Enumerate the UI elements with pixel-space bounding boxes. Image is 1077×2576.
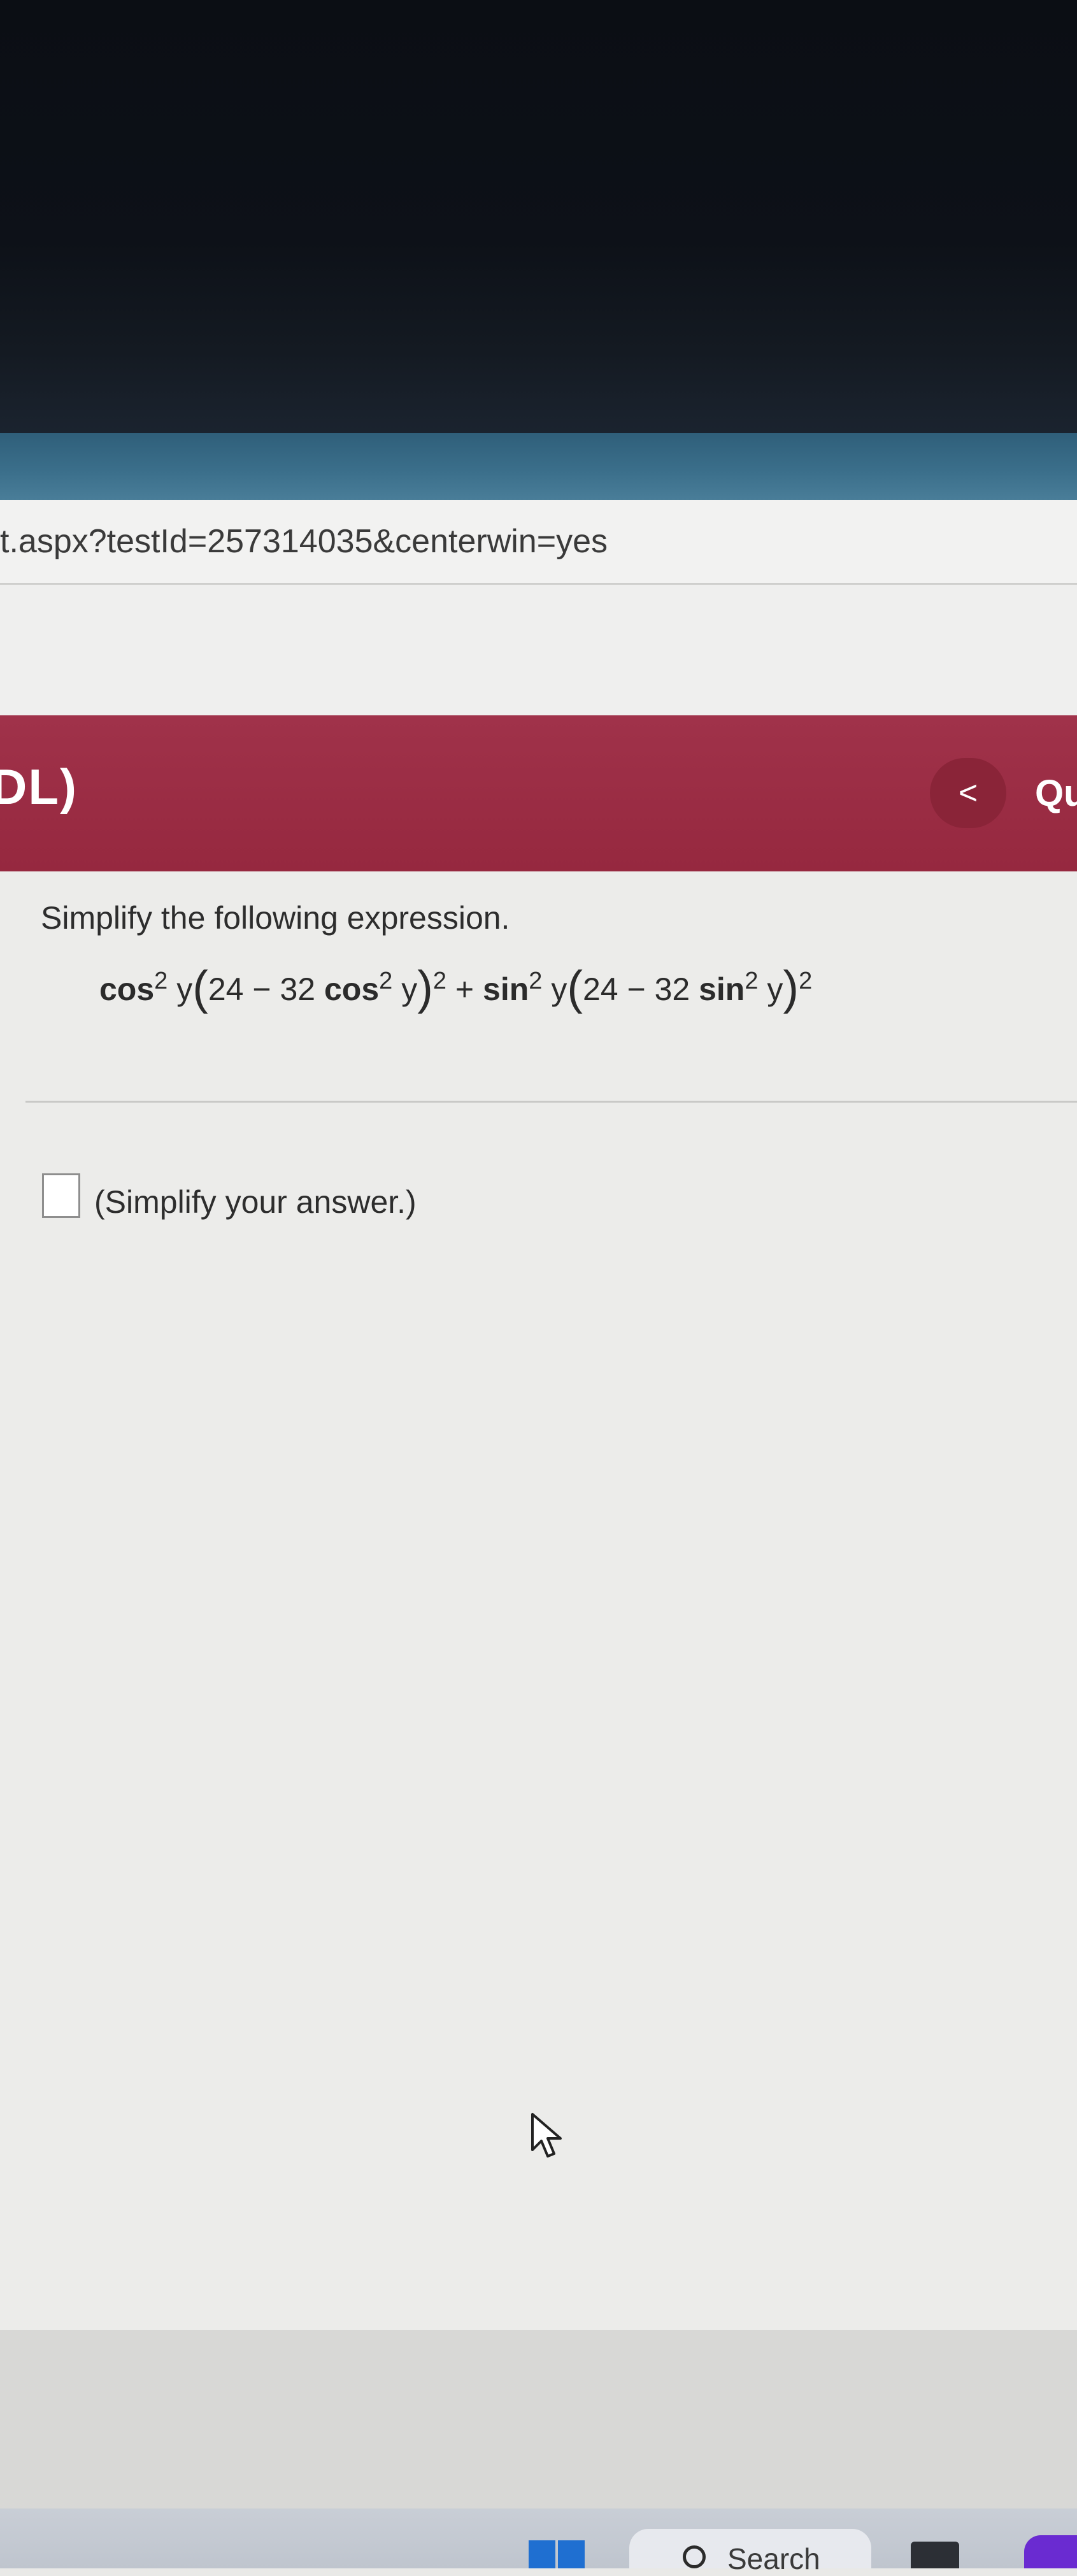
expr-exponent: 2 [379,968,393,994]
question-instruction: Simplify the following expression. [41,900,510,936]
header-right-label: Qu [1035,773,1077,814]
expr-exponent: 2 [432,968,447,994]
previous-question-button[interactable]: < [930,758,1006,828]
expr-fn: cos [324,971,380,1007]
taskbar-app-icon[interactable] [911,2542,959,2568]
windows-start-icon[interactable] [529,2540,585,2568]
screen-bezel [0,0,1077,440]
expr-exponent: 2 [154,968,168,994]
expr-exponent: 2 [529,968,543,994]
math-expression: cos2 y(24 − 32 cos2 y)2 + sin2 y(24 − 32… [99,961,813,1012]
expr-paren-close: ) [417,961,433,1014]
answer-input[interactable] [42,1173,80,1218]
expr-var: y [551,971,567,1007]
expr-var: y [401,971,418,1007]
start-icon-pane [558,2540,585,2568]
expr-fn: cos [99,971,155,1007]
search-icon[interactable] [683,2545,706,2568]
expr-plus: + [455,971,474,1007]
expr-var: y [767,971,783,1007]
taskbar-search-label[interactable]: Search [727,2542,820,2576]
mouse-pointer-icon [531,2113,562,2157]
page-top-area [0,585,1077,715]
answer-hint: (Simplify your answer.) [94,1184,417,1220]
expr-var: y [176,971,193,1007]
question-divider [25,1101,1077,1103]
page-bottom-area [0,2330,1077,2508]
expr-exponent: 2 [745,968,759,994]
expr-const: 24 − 32 [208,971,316,1007]
expr-const: 24 − 32 [582,971,690,1007]
chevron-left-icon: < [958,775,978,812]
header-banner [0,715,1077,871]
taskbar-app-icon[interactable] [1024,2535,1077,2568]
expr-paren-open: ( [567,961,583,1014]
window-title-strip [0,433,1077,503]
header-title: DL) [0,759,78,815]
expr-fn: sin [483,971,529,1007]
start-icon-pane [529,2540,555,2568]
expr-paren-open: ( [192,961,208,1014]
url-text[interactable]: t.aspx?testId=257314035&centerwin=yes [0,522,608,561]
expr-paren-close: ) [783,961,799,1014]
expr-fn: sin [699,971,745,1007]
expr-exponent: 2 [799,968,813,994]
